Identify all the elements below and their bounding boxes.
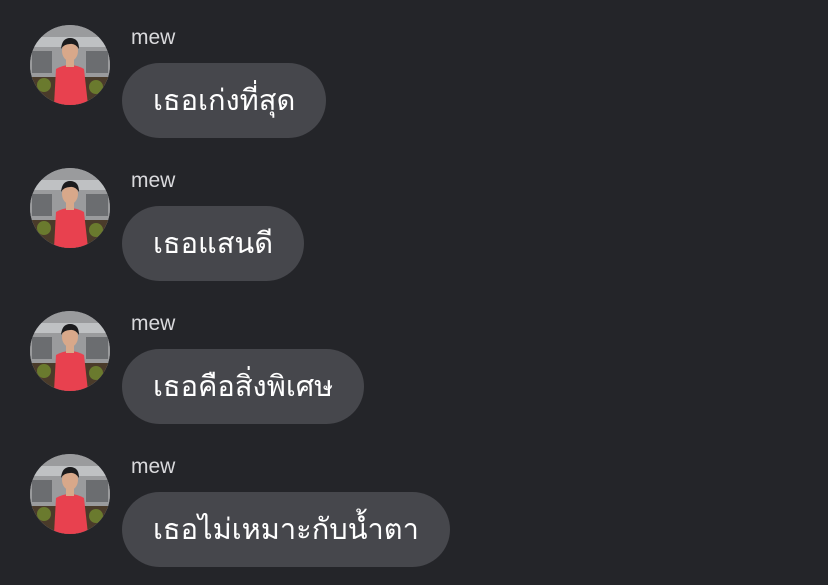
message-row: mew เธอแสนดี bbox=[0, 143, 828, 281]
profile-photo-icon bbox=[30, 454, 110, 534]
message-row: mew เธอคือสิ่งพิเศษ bbox=[0, 286, 828, 424]
sender-name: mew bbox=[131, 312, 176, 335]
profile-photo-icon bbox=[30, 311, 110, 391]
message-bubble[interactable]: เธอไม่เหมาะกับน้ำตา bbox=[122, 492, 450, 567]
profile-photo-icon bbox=[30, 25, 110, 105]
avatar[interactable] bbox=[30, 25, 110, 105]
sender-name: mew bbox=[131, 455, 176, 478]
sender-name: mew bbox=[131, 26, 176, 49]
avatar[interactable] bbox=[30, 168, 110, 248]
chat-thread: mew เธอเก่งที่สุด mew เธอแสนดี mew เธอคื… bbox=[0, 0, 828, 585]
avatar[interactable] bbox=[30, 454, 110, 534]
avatar[interactable] bbox=[30, 311, 110, 391]
message-row: mew เธอไม่เหมาะกับน้ำตา bbox=[0, 429, 828, 567]
message-row: mew เธอเก่งที่สุด bbox=[0, 0, 828, 138]
sender-name: mew bbox=[131, 169, 176, 192]
message-bubble[interactable]: เธอแสนดี bbox=[122, 206, 305, 281]
profile-photo-icon bbox=[30, 168, 110, 248]
message-bubble[interactable]: เธอคือสิ่งพิเศษ bbox=[122, 349, 365, 424]
message-bubble[interactable]: เธอเก่งที่สุด bbox=[122, 63, 327, 138]
